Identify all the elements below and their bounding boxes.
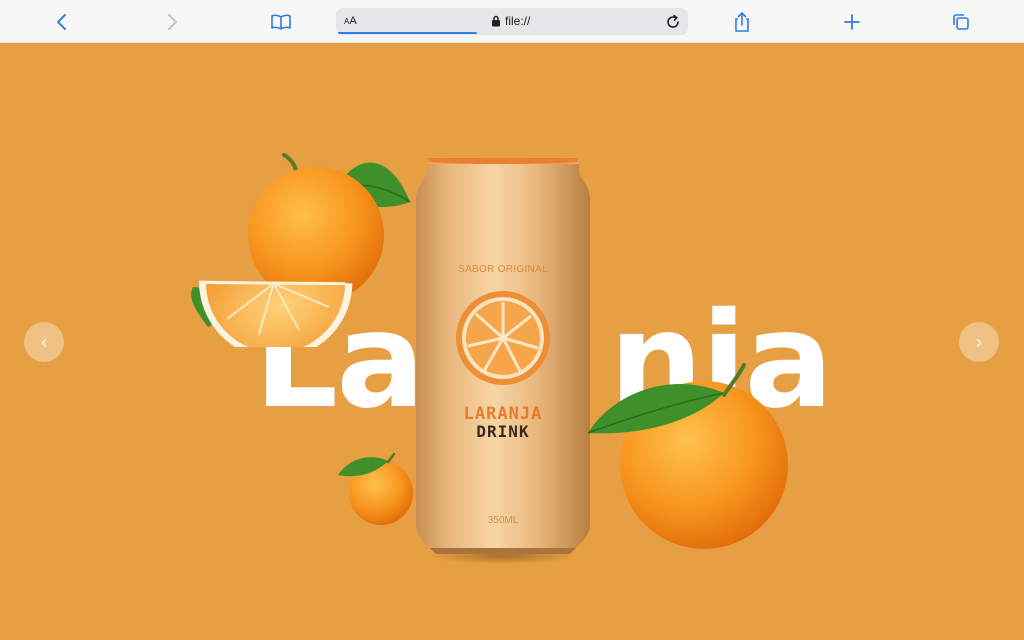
address-bar[interactable]: AAAA file:// — [336, 8, 688, 35]
orange-with-slice-image — [191, 153, 411, 347]
reload-icon[interactable] — [664, 13, 682, 31]
tabs-icon — [953, 14, 969, 30]
url-display[interactable]: file:// — [491, 14, 530, 28]
small-orange-image — [338, 453, 413, 525]
share-icon — [735, 12, 749, 32]
large-orange-image — [587, 363, 788, 549]
can-volume-label: 350ML — [487, 515, 519, 526]
new-tab-button[interactable] — [838, 8, 866, 36]
forward-icon — [168, 14, 177, 30]
hero-section: La nja SABOR ORIGINAL LARANJA DRINK 350M… — [0, 43, 1024, 640]
bookmarks-button[interactable] — [267, 8, 295, 36]
carousel-prev-button[interactable]: ‹ — [24, 322, 64, 362]
lock-icon — [492, 15, 500, 27]
tabs-button[interactable] — [947, 8, 975, 36]
chevron-left-icon: ‹ — [41, 331, 47, 352]
bookmarks-icon — [271, 14, 291, 30]
back-button[interactable] — [48, 8, 76, 36]
can-brand-line2: DRINK — [476, 422, 530, 441]
can-flavor-label: SABOR ORIGINAL — [458, 264, 548, 275]
share-button[interactable] — [728, 8, 756, 36]
page-load-progress — [338, 32, 478, 34]
can-brand-line1: LARANJA — [463, 404, 543, 424]
chevron-right-icon: › — [976, 331, 982, 352]
back-icon — [57, 14, 66, 30]
new-tab-icon — [844, 14, 860, 30]
can-body-image — [416, 158, 590, 564]
text-size-button[interactable]: AAAA — [344, 15, 357, 27]
url-text: file:// — [505, 14, 531, 28]
carousel-next-button[interactable]: › — [959, 322, 999, 362]
forward-button[interactable] — [158, 8, 186, 36]
drink-can: SABOR ORIGINAL LARANJA DRINK 350ML — [416, 156, 590, 566]
browser-toolbar: AAAA file:// — [0, 0, 1024, 43]
